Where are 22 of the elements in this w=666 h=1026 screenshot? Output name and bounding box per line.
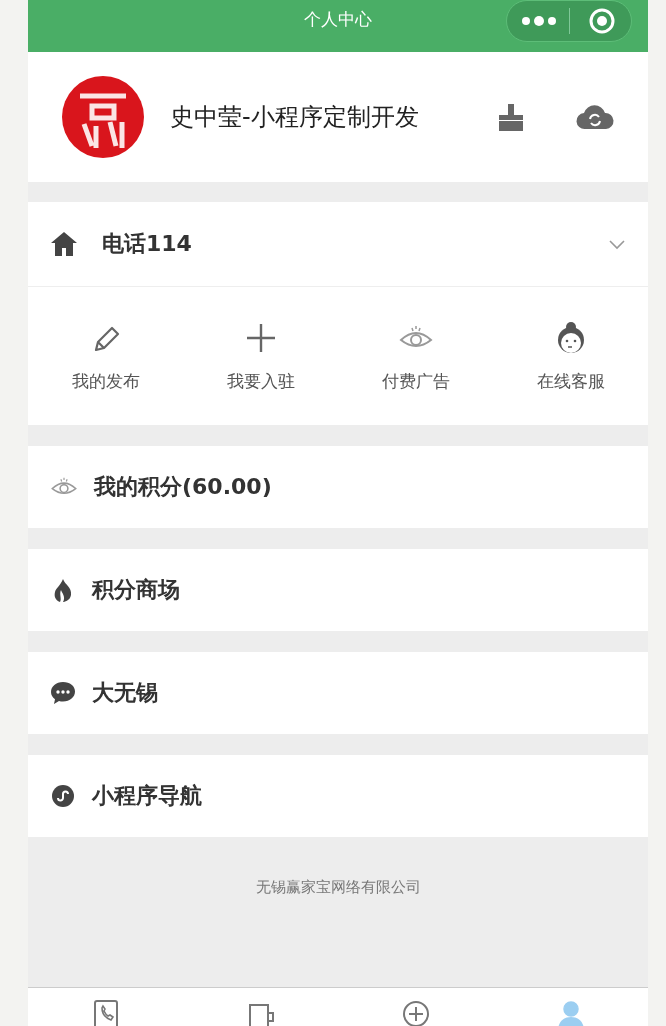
action-button[interactable]: 我要入驻 xyxy=(226,319,295,393)
brush-icon[interactable] xyxy=(496,102,526,132)
action-button[interactable]: 我的发布 xyxy=(71,319,140,393)
page-title: 个人中心 xyxy=(304,7,372,31)
menu-item[interactable]: 小程序导航 xyxy=(28,755,648,837)
chat-icon xyxy=(50,680,76,706)
menu-item[interactable]: 大无锡 xyxy=(28,652,648,734)
company-name: 无锡赢家宝网络有限公司 xyxy=(255,878,421,896)
cloud-sync-icon[interactable] xyxy=(576,102,614,132)
section-title: 电话114 xyxy=(102,230,193,258)
action-button[interactable]: 付费广告 xyxy=(381,319,450,393)
menu-item[interactable]: 我的积分(60.00) xyxy=(28,446,648,528)
mini-program-icon xyxy=(50,783,76,809)
action-button[interactable]: 在线客服 xyxy=(536,319,605,393)
menu-item[interactable]: 积分商场 xyxy=(28,549,648,631)
user-name: 史中莹-小程序定制开发 xyxy=(170,102,420,133)
house-icon xyxy=(50,231,78,257)
phone-book-icon[interactable] xyxy=(91,999,120,1026)
close-icon[interactable] xyxy=(588,7,616,35)
add-icon[interactable] xyxy=(400,999,431,1026)
chevron-icon[interactable] xyxy=(608,238,626,250)
more-icon[interactable] xyxy=(521,15,557,27)
